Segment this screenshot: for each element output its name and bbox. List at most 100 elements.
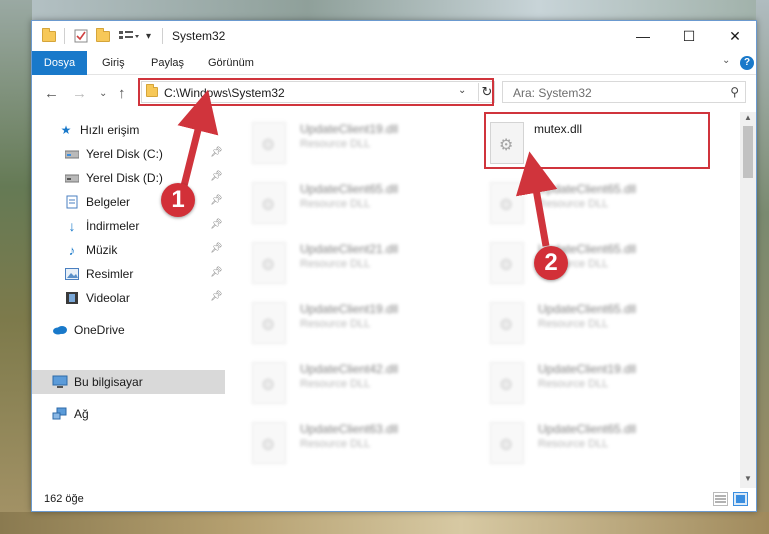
search-input[interactable]: Ara: System32 ⚲ <box>502 81 746 103</box>
dll-file-icon <box>490 242 524 284</box>
ribbon-tabs: Dosya Giriş Paylaş Görünüm ⌄ ? <box>32 51 756 75</box>
sidebar-item-label: Yerel Disk (C:) <box>86 147 163 161</box>
music-icon: ♪ <box>68 242 76 258</box>
help-icon[interactable]: ? <box>740 56 754 70</box>
scroll-up-icon[interactable]: ▲ <box>744 113 752 122</box>
file-item[interactable]: UpdateClient65.dll Resource DLL <box>252 178 452 226</box>
file-name: UpdateClient65.dll <box>538 302 637 316</box>
sidebar-item-network[interactable]: Ağ <box>32 402 225 426</box>
dll-file-icon <box>490 302 524 344</box>
recent-locations-icon[interactable]: ⌄ <box>99 88 107 99</box>
large-icons-view-icon[interactable] <box>733 492 748 506</box>
file-explorer-window: ▾ System32 — ☐ ✕ Dosya Giriş Paylaş Görü… <box>31 20 757 512</box>
computer-icon <box>52 374 68 390</box>
pin-icon[interactable]: 📌︎ <box>210 147 223 158</box>
star-icon: ★ <box>60 123 72 137</box>
file-item[interactable]: UpdateClient19.dll Resource DLL <box>490 358 690 406</box>
pin-icon[interactable]: 📌︎ <box>210 219 223 230</box>
file-name: UpdateClient19.dll <box>300 122 399 136</box>
file-name: UpdateClient21.dll <box>300 242 399 256</box>
file-item[interactable]: UpdateClient65.dll Resource DLL <box>490 418 690 466</box>
sidebar-item-label: Videolar <box>86 291 130 305</box>
search-icon[interactable]: ⚲ <box>730 85 739 99</box>
sidebar-item-label: Müzik <box>86 243 118 257</box>
forward-arrow-icon[interactable]: → <box>72 85 87 102</box>
file-type: Resource DLL <box>300 438 371 450</box>
sidebar-item-label: Resimler <box>86 267 134 281</box>
address-highlight-box <box>138 78 494 106</box>
navigation-bar: ← → ⌄ ↑ C:\Windows\System32 ⌄ ↻ Ara: Sys… <box>32 76 756 112</box>
up-arrow-icon[interactable]: ↑ <box>118 85 126 102</box>
pin-icon[interactable]: 📌︎ <box>210 291 223 302</box>
sidebar-item-this-pc[interactable]: Bu bilgisayar <box>32 370 225 394</box>
dll-file-icon <box>252 122 286 164</box>
sidebar-item-videos[interactable]: Videolar 📌︎ <box>32 286 225 310</box>
sidebar-item-music[interactable]: ♪ Müzik 📌︎ <box>32 238 225 262</box>
file-name: UpdateClient63.dll <box>300 422 399 436</box>
tab-share[interactable]: Paylaş <box>151 51 184 75</box>
dll-file-icon <box>490 422 524 464</box>
new-folder-button[interactable] <box>96 27 110 44</box>
sidebar-item-downloads[interactable]: ↓ İndirmeler 📌︎ <box>32 214 225 238</box>
properties-button[interactable] <box>74 28 88 44</box>
tab-home[interactable]: Giriş <box>102 51 125 75</box>
details-view-icon[interactable] <box>713 492 728 506</box>
expand-ribbon-icon[interactable]: ⌄ <box>722 55 730 66</box>
file-type: Resource DLL <box>300 138 371 150</box>
file-type: Resource DLL <box>538 378 609 390</box>
folder-icon <box>42 27 56 42</box>
vertical-scrollbar[interactable]: ▲ ▼ <box>740 112 756 488</box>
pin-icon[interactable]: 📌︎ <box>210 267 223 278</box>
sidebar-item-label: Ağ <box>74 407 89 421</box>
sidebar-item-label: İndirmeler <box>86 219 140 233</box>
file-item[interactable]: UpdateClient63.dll Resource DLL <box>252 418 452 466</box>
properties-check-icon <box>74 29 88 43</box>
drive-icon <box>64 146 80 162</box>
maximize-button[interactable]: ☐ <box>666 21 712 51</box>
navigation-pane: ★ Hızlı erişim Yerel Disk (C:) 📌︎ Yerel … <box>32 112 225 488</box>
pin-icon[interactable]: 📌︎ <box>210 243 223 254</box>
toolbar-divider <box>64 28 65 44</box>
pin-icon[interactable]: 📌︎ <box>210 171 223 182</box>
desktop-background-right <box>756 0 769 534</box>
sidebar-item-label: OneDrive <box>74 323 125 337</box>
close-button[interactable]: ✕ <box>712 21 758 51</box>
minimize-button[interactable]: — <box>620 21 666 51</box>
scroll-down-icon[interactable]: ▼ <box>744 474 752 483</box>
sidebar-item-label: Yerel Disk (D:) <box>86 171 163 185</box>
quick-access-toolbar <box>42 27 56 44</box>
back-arrow-icon[interactable]: ← <box>44 85 59 102</box>
tab-view[interactable]: Görünüm <box>208 51 254 75</box>
sidebar-item-pictures[interactable]: Resimler 📌︎ <box>32 262 225 286</box>
cloud-icon <box>52 322 68 338</box>
pin-icon[interactable]: 📌︎ <box>210 195 223 206</box>
dll-file-icon <box>252 182 286 224</box>
file-item[interactable]: UpdateClient19.dll Resource DLL <box>252 118 452 166</box>
sidebar-item-documents[interactable]: Belgeler 📌︎ <box>32 190 225 214</box>
customize-toolbar-button[interactable] <box>118 28 140 44</box>
file-item[interactable]: UpdateClient65.dll Resource DLL <box>490 238 690 286</box>
file-item[interactable]: UpdateClient42.dll Resource DLL <box>252 358 452 406</box>
file-item[interactable]: UpdateClient65.dll Resource DLL <box>490 298 690 346</box>
desktop-background-left <box>0 0 32 534</box>
file-item[interactable]: UpdateClient21.dll Resource DLL <box>252 238 452 286</box>
sidebar-item-quick-access[interactable]: ★ Hızlı erişim <box>32 118 225 142</box>
file-item[interactable]: UpdateClient65.dll Resource DLL <box>490 178 690 226</box>
scrollbar-thumb[interactable] <box>743 126 753 178</box>
sidebar-item-label: Bu bilgisayar <box>74 375 143 389</box>
sidebar-item-local-disk-c[interactable]: Yerel Disk (C:) 📌︎ <box>32 142 225 166</box>
dll-file-icon <box>252 302 286 344</box>
sidebar-item-local-disk-d[interactable]: Yerel Disk (D:) 📌︎ <box>32 166 225 190</box>
file-name: UpdateClient65.dll <box>300 182 399 196</box>
item-count: 162 öğe <box>44 493 84 505</box>
tab-file[interactable]: Dosya <box>32 51 87 75</box>
file-item[interactable]: UpdateClient19.dll Resource DLL <box>252 298 452 346</box>
sidebar-item-onedrive[interactable]: OneDrive <box>32 318 225 342</box>
new-folder-icon <box>96 27 110 42</box>
file-name: UpdateClient65.dll <box>538 182 637 196</box>
step-2-callout: 2 <box>534 246 568 280</box>
list-view-icon <box>119 31 139 39</box>
file-type: Resource DLL <box>300 258 371 270</box>
dropdown-arrow-icon[interactable]: ▾ <box>146 28 151 44</box>
file-list: UpdateClient19.dll Resource DLL UpdateCl… <box>226 112 740 488</box>
